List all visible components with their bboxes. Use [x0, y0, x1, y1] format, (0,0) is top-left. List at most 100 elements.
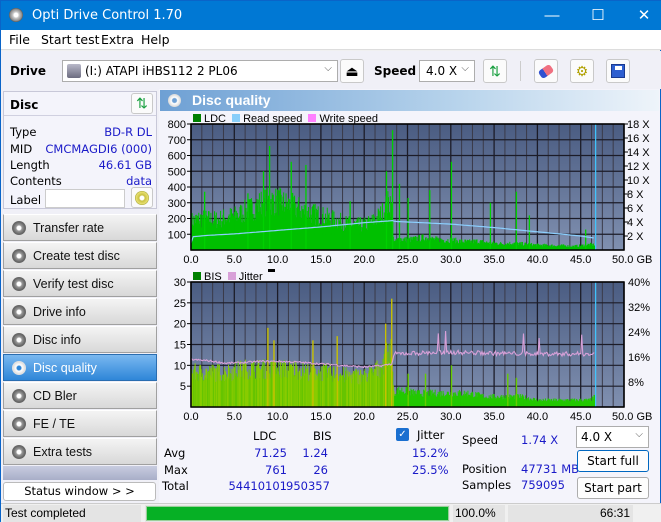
- y-tick-label: 300: [168, 198, 186, 210]
- position-label: Position: [462, 462, 507, 476]
- jitter-checkbox[interactable]: ✓: [396, 428, 409, 441]
- speed-select[interactable]: 4.0 X ⌵: [419, 60, 475, 82]
- stats-avg-bis: 1.24: [302, 446, 328, 460]
- nav-label: CD Bler: [33, 389, 77, 403]
- y-tick-label: 800: [168, 119, 186, 131]
- nav-create-test-disc[interactable]: Create test disc: [3, 242, 157, 269]
- menu-start-test[interactable]: Start test: [41, 32, 100, 47]
- ldc-spike: [429, 190, 431, 250]
- bis-spike: [267, 327, 269, 407]
- ldc-chart: 800 700 600 500 400 300 200 100 18 X 16 X 14 X 12 X…: [168, 119, 653, 266]
- cd-bler-icon: [12, 389, 26, 403]
- drive-info-icon: [12, 305, 26, 319]
- x-tick-label: 35.0: [483, 254, 504, 266]
- x-tick-label: 45.0: [570, 411, 591, 423]
- window-title: Opti Drive Control 1.70: [32, 8, 183, 23]
- x-tick-label: 40.0: [527, 411, 548, 423]
- ldc-spike: [305, 164, 307, 250]
- menu-extra[interactable]: Extra: [101, 32, 134, 47]
- x-tick-label: 40.0: [527, 254, 548, 266]
- close-button[interactable]: ✕: [621, 1, 661, 30]
- ldc-spike: [290, 161, 292, 250]
- fe-te-icon: [12, 417, 26, 431]
- jitter-label: Jitter: [417, 428, 445, 442]
- stats-col-ldc: LDC: [253, 429, 277, 443]
- refresh-button[interactable]: ⇅: [483, 59, 507, 83]
- ldc-spike: [398, 183, 401, 250]
- x-tick-label: 45.0: [570, 254, 591, 266]
- nav-label: Extra tests: [33, 445, 93, 459]
- x-tick-label: 20.0: [353, 411, 374, 423]
- y-tick-label: 25: [174, 298, 186, 310]
- stats-total-ldc: 54410101: [228, 479, 287, 493]
- nav-cd-bler[interactable]: CD Bler: [3, 382, 157, 409]
- stats-avg-label: Avg: [164, 446, 186, 460]
- nav-label: Disc quality: [33, 361, 97, 375]
- save-button[interactable]: [606, 59, 630, 83]
- nav-label: Verify test disc: [33, 277, 114, 291]
- eject-button[interactable]: ⏏: [340, 59, 364, 83]
- speed-label: Speed: [374, 64, 417, 78]
- y2-tick-label: 32%: [628, 302, 650, 314]
- y2-tick-label: 14 X: [627, 147, 650, 159]
- settings-button[interactable]: ⚙: [570, 59, 594, 83]
- disc-contents-label: Contents: [10, 174, 62, 188]
- disc-label-button[interactable]: [131, 187, 153, 208]
- jitter-avg: 15.2%: [412, 446, 449, 460]
- nav-label: Transfer rate: [33, 221, 105, 235]
- ldc-spike: [407, 198, 409, 250]
- test-speed-select[interactable]: 4.0 X ⌵: [576, 426, 649, 448]
- bis-spike: [336, 336, 338, 407]
- nav-disc-info[interactable]: Disc info: [3, 326, 157, 353]
- drive-select[interactable]: (I:) ATAPI iHBS112 2 PL06 ⌵: [62, 60, 338, 82]
- y2-tick-label: 8 X: [627, 189, 644, 201]
- x-tick-label: 30.0: [440, 254, 461, 266]
- start-full-button[interactable]: Start full: [577, 450, 649, 472]
- maximize-button[interactable]: ☐: [575, 1, 621, 30]
- chevron-down-icon: ⌵: [461, 63, 469, 74]
- verify-test-disc-icon: [12, 277, 26, 291]
- disc-length-value: 46.61 GB: [98, 158, 152, 172]
- nav-fe-te[interactable]: FE / TE: [3, 410, 157, 437]
- eject-icon: ⏏: [345, 63, 359, 79]
- nav-disc-quality[interactable]: Disc quality: [3, 354, 157, 381]
- x-tick-label: 15.0: [310, 411, 331, 423]
- x-tick-label: 50.0 GB: [612, 254, 652, 266]
- x-tick-label: 10.0: [267, 254, 288, 266]
- x-tick-label: 25.0: [397, 254, 418, 266]
- create-test-disc-icon: [12, 249, 26, 263]
- bis-spike: [424, 373, 427, 407]
- title-bar: Opti Drive Control 1.70 — ☐ ✕: [1, 1, 661, 30]
- disc-type-label: Type: [10, 125, 37, 139]
- status-window-button[interactable]: Status window > >: [3, 482, 156, 501]
- disc-refresh-button[interactable]: ⇅: [131, 93, 153, 114]
- nav-extra-tests[interactable]: Extra tests: [3, 438, 157, 465]
- menu-help[interactable]: Help: [141, 32, 170, 47]
- x-tick-label: 50.0 GB: [612, 411, 652, 423]
- y2-tick-label: 16%: [628, 352, 650, 364]
- bis-spike: [407, 373, 409, 407]
- disc-mid-label: MID: [10, 142, 33, 156]
- disc-contents-value: data: [126, 174, 152, 188]
- nav-drive-info[interactable]: Drive info: [3, 298, 157, 325]
- nav-verify-test-disc[interactable]: Verify test disc: [3, 270, 157, 297]
- transfer-rate-icon: [12, 221, 26, 235]
- minimize-button[interactable]: —: [529, 1, 575, 30]
- nav-spacer: [3, 466, 157, 480]
- stats-total-label: Total: [162, 479, 189, 493]
- ldc-spike: [528, 215, 531, 250]
- y2-tick-label: 4 X: [627, 217, 644, 229]
- disc-label-input[interactable]: [45, 189, 125, 208]
- y2-tick-label: 40%: [628, 277, 650, 289]
- ldc-spike: [489, 202, 492, 250]
- nav-transfer-rate[interactable]: Transfer rate: [3, 214, 157, 241]
- menu-file[interactable]: File: [9, 32, 30, 47]
- erase-button[interactable]: [534, 59, 558, 83]
- bis-spike: [312, 340, 314, 407]
- y2-tick-label: 10 X: [627, 175, 650, 187]
- y-tick-label: 400: [168, 182, 186, 194]
- nav-label: Drive info: [33, 305, 86, 319]
- start-part-button[interactable]: Start part: [577, 477, 649, 499]
- status-bar: Test completed 100.0% 66:31: [1, 503, 661, 522]
- panel-header: Disc quality: [160, 90, 659, 111]
